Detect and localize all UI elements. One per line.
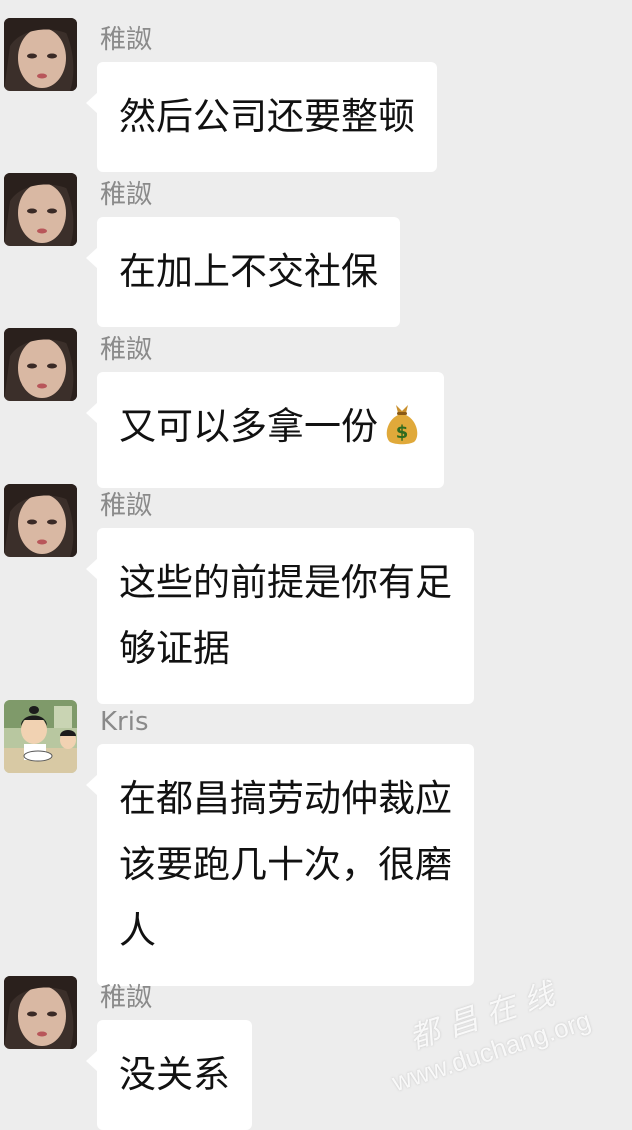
message-text: 在加上不交社保 xyxy=(119,250,378,293)
message-bubble[interactable]: 在都昌搞劳动仲裁应 该要跑几十次，很磨 人 xyxy=(86,744,474,986)
avatar[interactable] xyxy=(4,484,77,557)
cartoon-avatar-icon xyxy=(4,700,77,773)
message-bubble[interactable]: 没关系 xyxy=(86,1020,252,1130)
message-bubble[interactable]: 这些的前提是你有足 够证据 xyxy=(86,528,474,704)
message-bubble[interactable]: 然后公司还要整顿 xyxy=(86,62,437,172)
avatar[interactable] xyxy=(4,328,77,401)
sender-name: 稚詉 xyxy=(100,983,153,1013)
message-bubble[interactable]: 又可以多拿一份 $ xyxy=(86,372,444,488)
watermark-url: www.duchang.org xyxy=(388,1004,595,1098)
message-text: 然后公司还要整顿 xyxy=(119,95,415,138)
girl-avatar-icon xyxy=(4,328,77,401)
girl-avatar-icon xyxy=(4,173,77,246)
avatar[interactable] xyxy=(4,173,77,246)
girl-avatar-icon xyxy=(4,484,77,557)
message-text: 又可以多拿一份 xyxy=(119,405,378,448)
avatar[interactable] xyxy=(4,700,77,773)
money-bag-icon: $ xyxy=(382,400,422,466)
sender-name: 稚詉 xyxy=(100,491,153,521)
message-text: 这些的前提是你有足 够证据 xyxy=(119,561,452,670)
sender-name: 稚詉 xyxy=(100,335,153,365)
svg-text:$: $ xyxy=(396,422,409,443)
girl-avatar-icon xyxy=(4,18,77,91)
sender-name: 稚詉 xyxy=(100,180,153,210)
avatar[interactable] xyxy=(4,976,77,1049)
sender-name: 稚詉 xyxy=(100,25,153,55)
sender-name: Kris xyxy=(100,707,149,737)
avatar[interactable] xyxy=(4,18,77,91)
girl-avatar-icon xyxy=(4,976,77,1049)
message-bubble[interactable]: 在加上不交社保 xyxy=(86,217,400,327)
message-text: 没关系 xyxy=(119,1053,230,1096)
message-text: 在都昌搞劳动仲裁应 该要跑几十次，很磨 人 xyxy=(119,777,452,952)
